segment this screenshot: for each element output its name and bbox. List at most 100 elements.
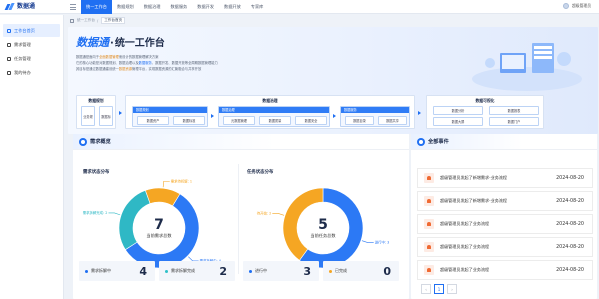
list-item[interactable]: 超级管理员发起了业务流程 2024-08-20	[417, 237, 593, 257]
bell-icon	[424, 173, 434, 183]
stat-label: 进行中	[255, 268, 267, 273]
stat-label: 需求拆解中	[91, 268, 111, 273]
flow-planning-title: 数据规划	[88, 98, 104, 103]
stat-value: 2	[219, 264, 227, 278]
chart-slice[interactable]	[118, 190, 151, 251]
flow-sub-governance: 数据治理 元数据管理 数据质量 数据安全	[218, 106, 330, 127]
event-date: 2024-08-20	[556, 175, 584, 181]
nav-item-service[interactable]: 数据服务	[165, 0, 192, 14]
flow-arrow-icon	[333, 114, 336, 118]
menu-toggle-icon[interactable]	[70, 4, 76, 10]
hero-desc-text: 它的核心功能是对数据规划、数据治理以及	[76, 61, 139, 65]
overview-icon	[79, 137, 87, 146]
stat-demand-splitting[interactable]: 需求拆解中 4	[79, 261, 155, 281]
flow-box: 数据安全	[295, 116, 327, 125]
flow-sub-service: 数据服务 数据目录 数据共享	[340, 106, 410, 127]
hero-description: 数据通是面向于全面数据管理而设计的数据管理解决方案 它的核心功能是对数据规划、数…	[76, 54, 406, 72]
sidebar-item-todo[interactable]: 我的待办	[3, 66, 60, 79]
events-card-header: 全部事件	[411, 134, 597, 150]
top-bar: 数据通 统一工作台 数据规划 数据治理 数据服务 数据开发 数据开放 专家库 超…	[0, 0, 599, 14]
stat-label: 已完成	[335, 268, 347, 273]
flow-arrow-icon	[119, 111, 122, 115]
nav-item-development[interactable]: 数据开发	[192, 0, 219, 14]
flow-sub-title: 数据服务	[341, 107, 409, 113]
event-text: 超级管理员发起了新增需求-业务流程	[440, 175, 507, 180]
chart-center-value: 7	[154, 217, 164, 233]
flow-arrow-icon	[211, 114, 214, 118]
flow-box: 数据报表	[489, 106, 539, 115]
breadcrumb: 统一工作台 / 工作台首页	[70, 17, 126, 24]
sidebar: 工作台首页 需求管理 任务管理 我的待办	[0, 15, 64, 299]
nav-item-governance[interactable]: 数据治理	[139, 0, 166, 14]
chart-leader-line	[108, 212, 121, 216]
stat-value: 4	[139, 264, 147, 278]
hero-desc-highlight: 数据服务	[138, 61, 152, 65]
home-icon[interactable]	[70, 18, 74, 23]
demand-chart-title: 需求状态分布	[83, 170, 110, 175]
hero-desc-text: 数据通是面向于	[76, 55, 100, 59]
chart-center-label: 当前任务总数	[310, 232, 336, 239]
overview-card-header: 需求概览	[73, 134, 409, 150]
flow-sub-title: 数据治理	[219, 107, 329, 113]
hero-title-rest: 统一工作台	[114, 38, 165, 49]
flow-box: 数据质量	[259, 116, 291, 125]
list-item[interactable]: 超级管理员发起了业务流程 2024-08-20	[417, 260, 593, 280]
hero-banner: 数据通 · 统一工作台 数据通是面向于全面数据管理而设计的数据管理解决方案 它的…	[68, 27, 598, 134]
stat-value: 3	[303, 264, 311, 278]
nav-item-experts[interactable]: 专家库	[246, 0, 269, 14]
app-logo[interactable]: 数据通	[4, 3, 35, 10]
breadcrumb-item[interactable]: 统一工作台	[77, 18, 95, 23]
flow-box: 数据标准	[173, 116, 205, 125]
sidebar-item-label: 我的待办	[14, 69, 31, 75]
flow-sub-planning: 数据规划 数据资产 数据标准	[132, 106, 208, 127]
stat-task-done[interactable]: 已完成 0	[323, 261, 399, 281]
top-nav: 统一工作台 数据规划 数据治理 数据服务 数据开发 数据开放 专家库	[81, 0, 268, 14]
list-item[interactable]: 超级管理员发起了新增需求-业务流程 2024-08-20	[417, 168, 593, 188]
breadcrumb-current[interactable]: 工作台首页	[101, 17, 126, 24]
chart-slice[interactable]	[282, 187, 324, 261]
divider	[238, 164, 239, 274]
user-name: 超级管理员	[572, 3, 591, 8]
pagination: ‹ 1 ›	[421, 284, 460, 294]
sidebar-item-demands[interactable]: 需求管理	[3, 38, 60, 51]
stat-task-in-progress[interactable]: 进行中 3	[243, 261, 319, 281]
hero-desc-text: 而设计的数据管理解决方案	[118, 55, 159, 59]
hero-illustration	[472, 43, 582, 91]
status-dot-icon	[329, 269, 332, 273]
flow-planning: 数据规划 业务规划 数据标准	[76, 95, 116, 129]
list-item[interactable]: 超级管理员发起了业务流程 2024-08-20	[417, 214, 593, 234]
event-date: 2024-08-20	[556, 244, 584, 250]
nav-item-open[interactable]: 数据开放	[219, 0, 246, 14]
nav-item-planning[interactable]: 数据规划	[112, 0, 139, 14]
bell-icon	[424, 242, 434, 252]
flow-box: 元数据管理	[223, 116, 255, 125]
chart-data-label: 需求拆解完成: 2	[83, 210, 108, 215]
hero-desc-text: 、数据开发、数据开放等全周期数据管理能力	[151, 61, 218, 65]
sidebar-item-tasks[interactable]: 任务管理	[3, 52, 60, 65]
task-chart-title: 任务状态分布	[247, 170, 274, 175]
list-item[interactable]: 超级管理员发起了新增需求-业务流程 2024-08-20	[417, 191, 593, 211]
sidebar-item-home[interactable]: 工作台首页	[3, 24, 60, 37]
flow-box: 数据分析	[433, 106, 483, 115]
bell-icon	[424, 219, 434, 229]
flow-governance-title: 数据治理	[262, 98, 278, 103]
avatar	[563, 3, 570, 9]
chart-data-label: 需求待拆解: 1	[171, 178, 192, 183]
hero-desc-text: 其目标是通过数据通建设统一	[76, 67, 119, 71]
hero-desc-highlight: 全面数据管理	[99, 55, 119, 59]
overview-card: 需求概览 需求状态分布 需求拆解中: 4需求拆解完成: 2需求待拆解: 17当前…	[73, 134, 409, 299]
event-text: 超级管理员发起了业务流程	[440, 221, 490, 226]
main-content: 统一工作台 / 工作台首页 数据通 · 统一工作台 数据通是面向于全面数据管理而…	[65, 15, 599, 299]
user-menu[interactable]: 超级管理员	[563, 3, 591, 9]
hero-desc-highlight: 数据资源	[118, 67, 133, 71]
page-button-1[interactable]: 1	[434, 284, 444, 294]
next-page-button[interactable]: ›	[447, 284, 457, 294]
event-date: 2024-08-20	[556, 267, 584, 273]
nav-item-workbench[interactable]: 统一工作台	[81, 0, 112, 14]
flow-sub-title: 数据规划	[133, 107, 207, 113]
prev-page-button[interactable]: ‹	[421, 284, 431, 294]
flow-arrow-icon	[418, 111, 421, 115]
status-dot-icon	[165, 269, 168, 273]
stat-demand-split-done[interactable]: 需求拆解完成 2	[159, 261, 235, 281]
flow-governance: 数据治理 数据规划 数据资产 数据标准 数据治理 元数据管理 数据质量 数据安全…	[125, 95, 415, 129]
